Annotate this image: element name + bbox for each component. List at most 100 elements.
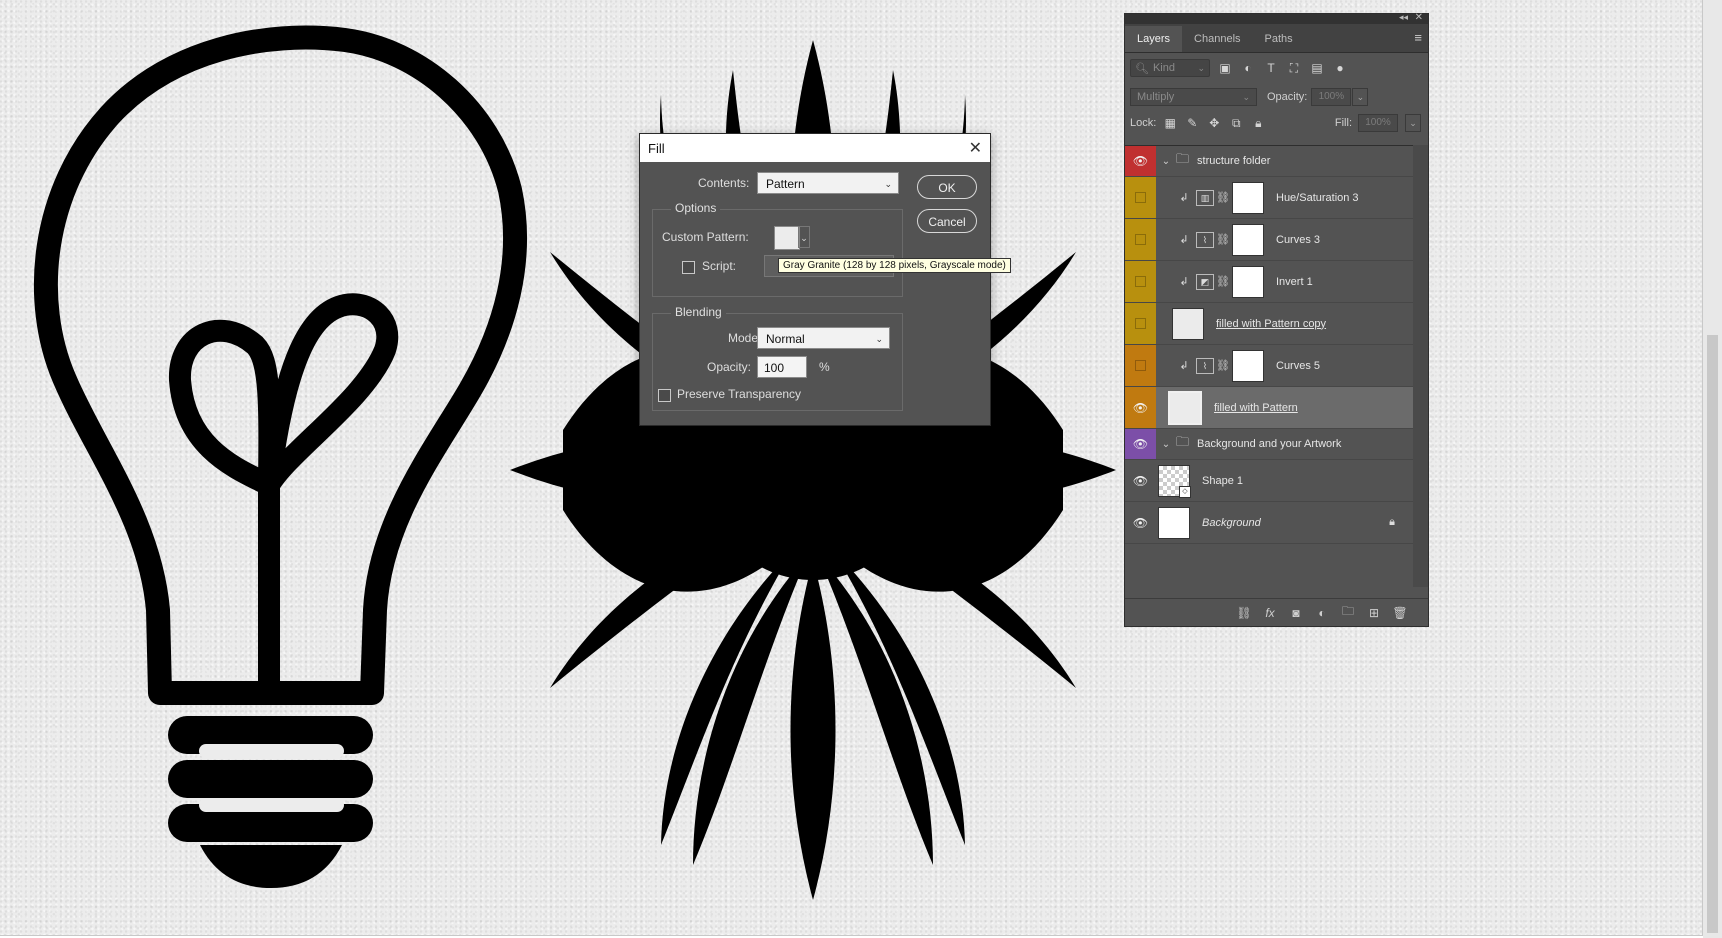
layer-row-filled-with-pattern[interactable]: 👁︎ filled with Pattern (1125, 387, 1413, 429)
layer-color-tag[interactable] (1125, 219, 1156, 260)
custom-pattern-swatch[interactable] (774, 226, 800, 250)
eye-icon[interactable]: 👁︎ (1133, 516, 1148, 530)
scrollbar-thumb[interactable] (1707, 335, 1718, 933)
link-icon[interactable]: ⛓ (1216, 275, 1230, 288)
close-icon[interactable]: ✕ (969, 138, 982, 158)
ok-button[interactable]: OK (917, 175, 977, 199)
fill-input[interactable]: 100% (1358, 114, 1398, 132)
layer-color-tag[interactable]: 👁︎ (1125, 387, 1156, 428)
lock-position-icon[interactable]: ✥ (1206, 116, 1222, 130)
layer-name: Invert 1 (1276, 275, 1313, 288)
fx-icon[interactable]: fx (1262, 606, 1278, 620)
preserve-transparency-checkbox[interactable] (658, 389, 671, 402)
layer-row-invert[interactable]: ↲ ◩ ⛓ Invert 1 (1125, 261, 1413, 303)
adjustment-layer-icon[interactable]: ◐ (1314, 606, 1330, 620)
lock-all-icon[interactable]: 🔒︎ (1250, 116, 1266, 131)
eye-icon[interactable]: 👁︎ (1133, 401, 1148, 415)
blending-group: Blending Mode: Normal ⌄ Opacity: 100 % P… (652, 305, 903, 411)
new-group-icon[interactable]: 🗀 (1340, 602, 1356, 623)
blend-opacity-input[interactable]: 100 (757, 356, 807, 378)
layers-panel: ◂◂ ✕ Layers Channels Paths ≡ 🔍︎ Kind ⌄ ▣… (1124, 12, 1429, 627)
contents-select[interactable]: Pattern ⌄ (757, 172, 899, 194)
layer-color-tag[interactable] (1125, 303, 1156, 344)
visibility-toggle[interactable] (1135, 276, 1146, 287)
layer-color-tag[interactable] (1125, 345, 1156, 386)
tab-layers[interactable]: Layers (1125, 26, 1183, 52)
filter-type-icon[interactable]: T (1263, 61, 1279, 75)
filter-pixel-icon[interactable]: ▣ (1217, 61, 1233, 75)
layers-scrollbar[interactable] (1413, 145, 1428, 587)
layer-thumbnail[interactable] (1168, 390, 1202, 425)
lock-artboard-icon[interactable]: ⧉ (1228, 116, 1244, 131)
layer-row-shape-1[interactable]: 👁︎ ◇ Shape 1 (1125, 460, 1413, 502)
layer-thumbnail[interactable] (1172, 307, 1204, 340)
filter-kind-select[interactable]: 🔍︎ Kind ⌄ (1130, 59, 1210, 77)
link-layers-icon[interactable]: ⛓ (1236, 606, 1252, 620)
layer-row-pattern-copy[interactable]: filled with Pattern copy (1125, 303, 1413, 345)
layer-thumbnail[interactable] (1158, 506, 1190, 539)
script-checkbox[interactable] (682, 261, 695, 274)
layer-color-tag[interactable]: 👁︎ (1125, 429, 1156, 459)
filter-toggle-icon[interactable]: ● (1332, 61, 1348, 75)
add-mask-icon[interactable]: ◙ (1288, 606, 1304, 620)
opacity-dropdown[interactable]: ⌄ (1352, 88, 1369, 106)
filter-smart-object-icon[interactable]: ▤ (1309, 61, 1325, 75)
layer-mask-thumbnail[interactable] (1232, 349, 1264, 382)
pattern-picker-dropdown[interactable]: ⌄ (798, 226, 810, 248)
layer-row-structure-folder[interactable]: 👁︎ ⌄ 🗀 structure folder (1125, 146, 1413, 177)
layer-color-tag[interactable] (1125, 177, 1156, 218)
filter-adjustment-icon[interactable]: ◐ (1240, 61, 1256, 75)
collapse-icon[interactable]: ◂◂ (1399, 12, 1408, 23)
contents-value: Pattern (766, 177, 805, 191)
visibility-toggle[interactable] (1135, 360, 1146, 371)
layer-mask-thumbnail[interactable] (1232, 223, 1264, 256)
filter-kind-placeholder: Kind (1152, 62, 1175, 74)
link-icon[interactable]: ⛓ (1216, 359, 1230, 372)
opacity-input[interactable]: 100% (1311, 88, 1352, 106)
blend-mode-select[interactable]: Multiply ⌄ (1130, 88, 1257, 106)
eye-icon[interactable]: 👁︎ (1133, 154, 1148, 168)
lightbulb-glass (34, 25, 527, 705)
filter-shape-icon[interactable]: ⛶ (1286, 61, 1302, 76)
layer-mask-thumbnail[interactable] (1232, 265, 1264, 298)
visibility-column[interactable]: 👁︎ (1125, 502, 1156, 543)
lock-transparent-icon[interactable]: ▦ (1162, 116, 1178, 130)
layer-list[interactable]: 👁︎ ⌄ 🗀 structure folder ↲ ▥ ⛓ Hue/Satura… (1125, 145, 1413, 588)
visibility-column[interactable]: 👁︎ (1125, 460, 1156, 501)
layer-row-background-artwork-folder[interactable]: 👁︎ ⌄ 🗀 Background and your Artwork (1125, 429, 1413, 460)
visibility-toggle[interactable] (1135, 192, 1146, 203)
chevron-down-icon[interactable]: ⌄ (1156, 439, 1176, 450)
new-layer-icon[interactable]: ⊞ (1366, 606, 1382, 620)
layer-color-tag[interactable] (1125, 261, 1156, 302)
trash-icon[interactable]: 🗑︎ (1392, 606, 1408, 620)
layer-name: Curves 5 (1276, 359, 1321, 372)
dialog-title-bar[interactable]: Fill ✕ (640, 134, 990, 162)
lock-label: Lock: (1130, 117, 1157, 129)
script-label: Script: (702, 259, 737, 273)
options-title: Options (671, 201, 721, 215)
fill-dropdown[interactable]: ⌄ (1405, 114, 1421, 132)
tab-channels[interactable]: Channels (1182, 26, 1252, 52)
eye-icon[interactable]: 👁︎ (1133, 437, 1148, 451)
eye-icon[interactable]: 👁︎ (1133, 474, 1148, 488)
link-icon[interactable]: ⛓ (1216, 191, 1230, 204)
panel-title-bar[interactable]: ◂◂ ✕ (1125, 12, 1428, 24)
layer-row-curves-3[interactable]: ↲ ⌇ ⛓ Curves 3 (1125, 219, 1413, 261)
canvas-scrollbar[interactable] (1703, 0, 1722, 938)
mode-select[interactable]: Normal ⌄ (757, 327, 890, 349)
link-icon[interactable]: ⛓ (1216, 233, 1230, 246)
layer-mask-thumbnail[interactable] (1232, 181, 1264, 214)
layer-row-background[interactable]: 👁︎ Background 🔒︎ (1125, 502, 1413, 544)
chevron-down-icon[interactable]: ⌄ (1156, 156, 1176, 167)
layer-thumbnail[interactable]: ◇ (1158, 464, 1191, 498)
layer-row-curves-5[interactable]: ↲ ⌇ ⛓ Curves 5 (1125, 345, 1413, 387)
layer-row-hue-saturation[interactable]: ↲ ▥ ⛓ Hue/Saturation 3 (1125, 177, 1413, 219)
lock-image-icon[interactable]: ✎ (1184, 116, 1200, 130)
close-icon[interactable]: ✕ (1415, 12, 1423, 23)
layer-color-tag[interactable]: 👁︎ (1125, 146, 1156, 176)
tab-paths[interactable]: Paths (1253, 26, 1305, 52)
panel-menu-icon[interactable]: ≡ (1414, 30, 1422, 45)
visibility-toggle[interactable] (1135, 234, 1146, 245)
cancel-button[interactable]: Cancel (917, 209, 977, 233)
visibility-toggle[interactable] (1135, 318, 1146, 329)
